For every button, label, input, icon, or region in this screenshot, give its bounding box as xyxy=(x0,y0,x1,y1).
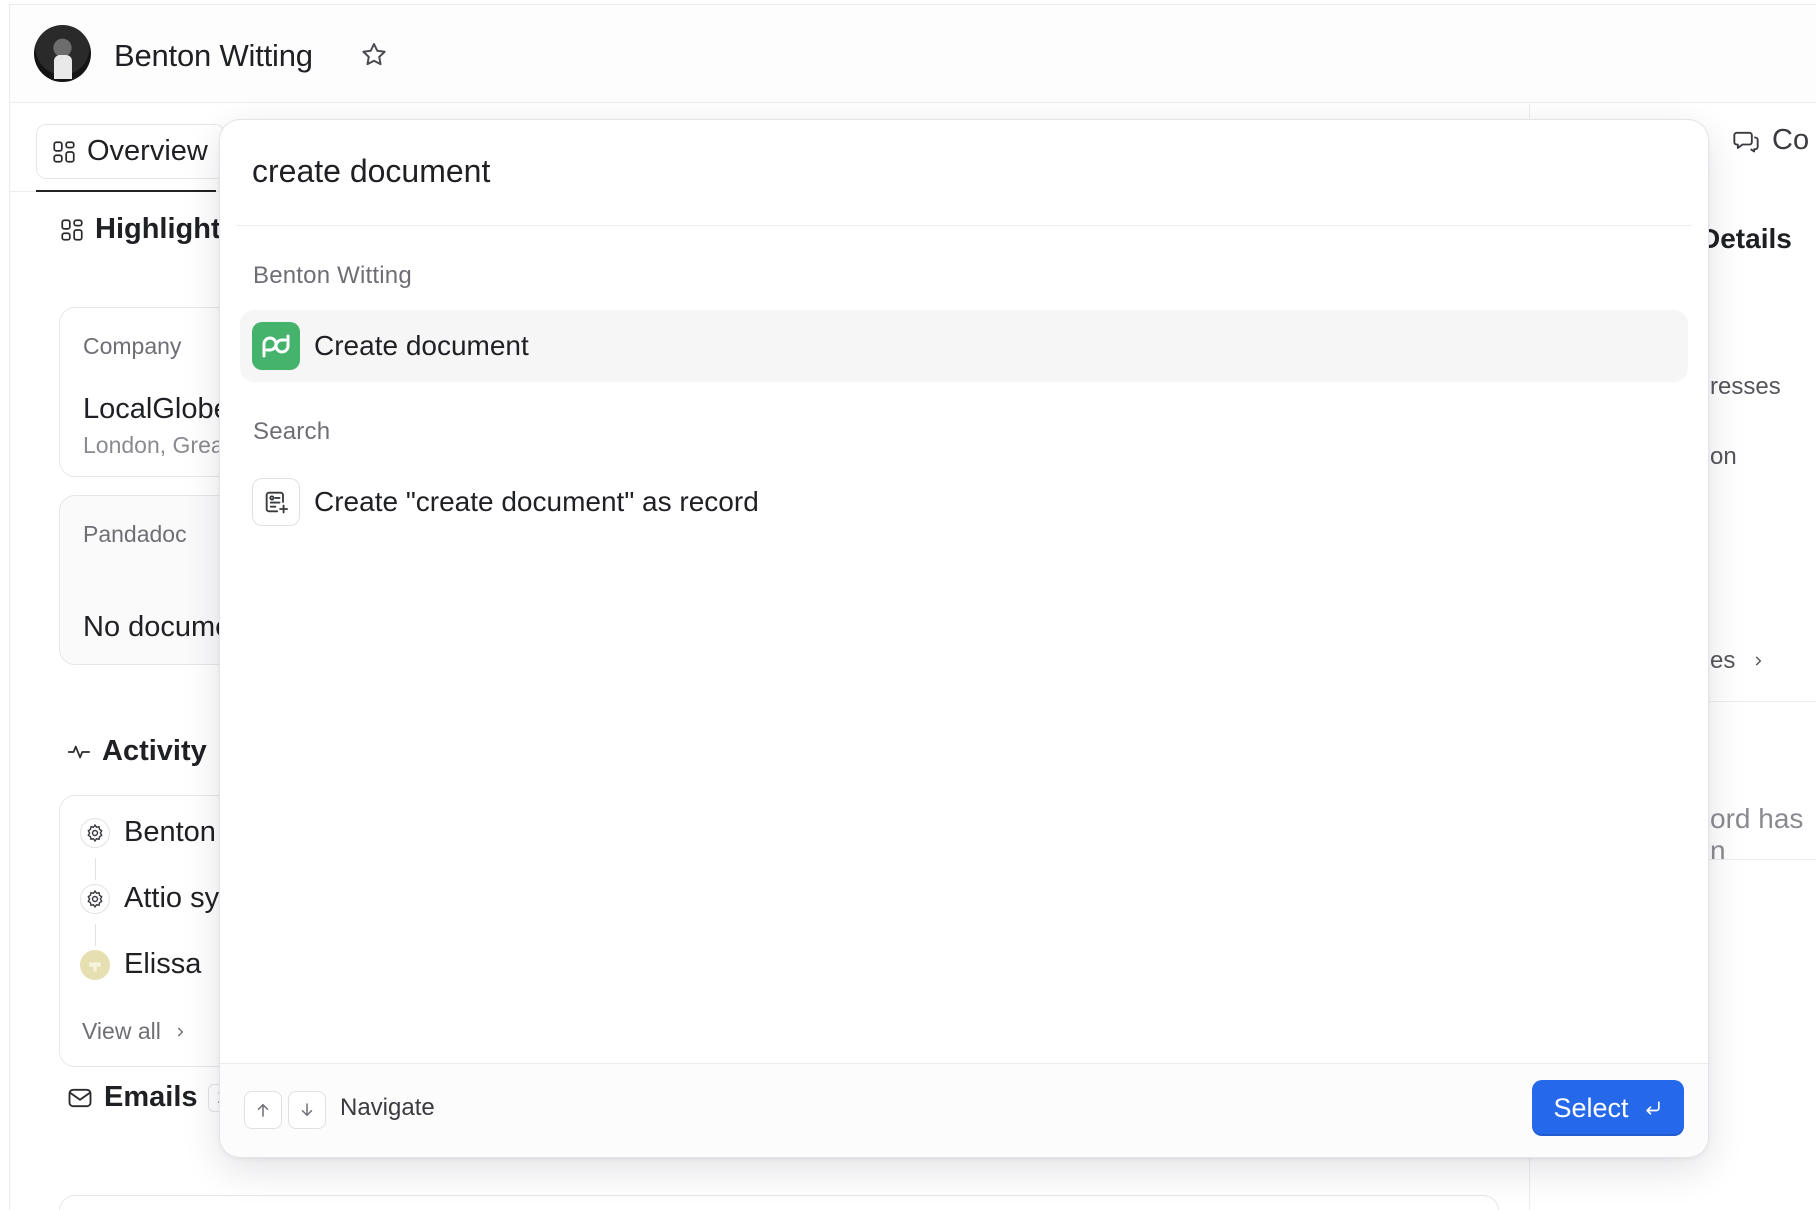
timeline-connector xyxy=(95,924,96,946)
gear-icon xyxy=(80,817,110,848)
tab-overview[interactable]: Overview xyxy=(36,124,225,179)
grid-icon xyxy=(61,218,83,241)
command-divider xyxy=(236,225,1692,226)
tab-comments[interactable]: Co xyxy=(1732,124,1809,157)
company-value[interactable]: LocalGlobe xyxy=(83,393,230,426)
command-footer: Navigate Select xyxy=(220,1063,1708,1157)
details-heading: Details xyxy=(1700,223,1792,254)
details-field-label: on xyxy=(1710,443,1737,470)
select-label: Select xyxy=(1553,1092,1629,1123)
arrow-up-key xyxy=(244,1091,282,1129)
create-record-icon xyxy=(252,478,300,526)
select-button[interactable]: Select xyxy=(1532,1080,1684,1136)
tab-comments-label: Co xyxy=(1772,124,1810,156)
view-all-link[interactable]: View all xyxy=(82,1018,187,1045)
activity-pulse-icon xyxy=(68,745,90,758)
lists-link-label: es xyxy=(1710,647,1736,674)
result-create-record[interactable]: Create "create document" as record xyxy=(240,466,1688,538)
chevron-right-icon xyxy=(177,1026,184,1037)
timeline-connector xyxy=(95,858,96,880)
enter-key-icon xyxy=(1645,1101,1660,1115)
result-label: Create document xyxy=(314,330,529,361)
highlights-title: Highlights xyxy=(95,213,237,245)
comments-icon xyxy=(1733,131,1759,152)
pandadoc-icon xyxy=(252,322,300,370)
panel-separator xyxy=(1700,859,1816,860)
chevron-right-icon xyxy=(1756,656,1762,666)
activity-item[interactable]: Benton xyxy=(80,816,216,849)
activity-item-text: Benton xyxy=(124,816,216,848)
navigate-hint: Navigate xyxy=(340,1094,435,1121)
emails-card xyxy=(59,1195,1499,1210)
star-icon[interactable] xyxy=(359,40,389,70)
mail-icon xyxy=(68,1088,92,1107)
grid-icon xyxy=(53,140,75,163)
addresses-label: resses xyxy=(1710,373,1781,400)
panel-separator xyxy=(1700,701,1816,702)
record-title: Benton Witting xyxy=(114,38,313,73)
group-label-record: Benton Witting xyxy=(253,262,412,289)
empty-state-text: ord has n xyxy=(1710,803,1804,866)
view-all-label: View all xyxy=(82,1018,161,1044)
result-create-document[interactable]: Create document xyxy=(240,310,1688,382)
record-header: Benton Witting xyxy=(10,5,1816,103)
command-search-input[interactable] xyxy=(252,144,1672,198)
activity-title: Activity xyxy=(102,735,207,767)
lists-link[interactable]: es xyxy=(1710,647,1765,675)
emails-title: Emails xyxy=(104,1081,198,1113)
company-label: Company xyxy=(83,333,182,359)
highlights-heading: Highlights xyxy=(59,213,237,246)
user-avatar-icon xyxy=(80,949,110,980)
group-label-search: Search xyxy=(253,418,331,445)
active-tab-indicator xyxy=(36,190,216,192)
tab-overview-label: Overview xyxy=(87,135,208,167)
result-label: Create "create document" as record xyxy=(314,486,759,517)
activity-item-text: Elissa xyxy=(124,948,202,980)
command-palette: Benton Witting Create document Search Cr… xyxy=(220,120,1708,1157)
activity-heading: Activity xyxy=(66,735,207,768)
gear-icon xyxy=(80,883,110,914)
pandadoc-label: Pandadoc xyxy=(83,521,187,547)
emails-heading: Emails 2 xyxy=(66,1081,238,1114)
avatar[interactable] xyxy=(34,25,91,82)
arrow-down-key xyxy=(288,1091,326,1129)
arrow-up-icon xyxy=(257,1103,269,1117)
activity-item[interactable]: Elissa xyxy=(80,948,201,981)
arrow-down-icon xyxy=(301,1103,313,1117)
